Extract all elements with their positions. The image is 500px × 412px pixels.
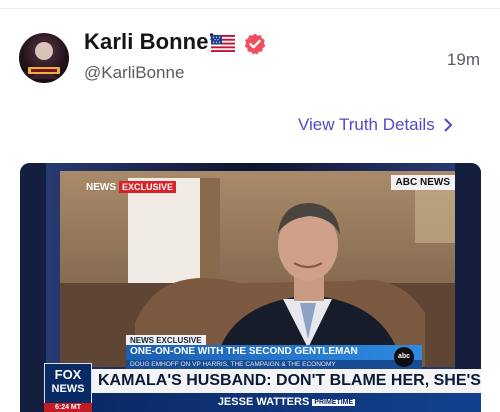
view-truth-details-link[interactable]: View Truth Details xyxy=(298,115,453,135)
avatar-image xyxy=(28,41,60,79)
handle[interactable]: @KarliBonne xyxy=(84,63,184,83)
abc-network-tag: ABC NEWS xyxy=(390,175,455,190)
fox-logo-line1: FOX xyxy=(54,367,82,382)
avatar[interactable] xyxy=(19,33,69,83)
top-divider xyxy=(0,8,500,9)
post-timestamp: 19m xyxy=(446,50,480,69)
show-host-name: JESSE WATTERS xyxy=(217,396,310,408)
fox-chyron-headline: KAMALA'S HUSBAND: DON'T BLAME HER, SHE'S… xyxy=(92,369,481,393)
display-name[interactable]: Karli Bonne’ xyxy=(84,29,215,55)
abc-news-exclusive-bug: NEWS EXCLUSIVE xyxy=(86,181,177,193)
fox-logo-line2: NEWS xyxy=(51,383,85,395)
show-tag: PRIMETIME xyxy=(312,399,356,406)
fox-news-logo: FOX NEWS xyxy=(44,363,92,407)
post-media-image[interactable]: NEWS EXCLUSIVE ABC NEWS NEWS EXCLUSIVE O… xyxy=(20,163,481,412)
chevron-right-icon xyxy=(444,118,452,132)
lower-third-headline: ONE-ON-ONE WITH THE SECOND GENTLEMAN xyxy=(126,345,422,360)
abc-badge-icon: abc xyxy=(394,347,414,367)
verified-badge-icon xyxy=(244,33,266,55)
abc-exclusive-label: EXCLUSIVE xyxy=(119,181,177,193)
abc-lower-third: NEWS EXCLUSIVE ONE-ON-ONE WITH THE SECON… xyxy=(126,335,422,371)
us-flag-icon xyxy=(211,35,235,52)
abc-corner-label: NEWS xyxy=(86,181,116,193)
fox-clock: 6:24 MT xyxy=(44,403,92,412)
view-truth-details-label: View Truth Details xyxy=(298,115,435,134)
fox-chyron-show: JESSE WATTERS PRIMETIME xyxy=(92,393,481,412)
